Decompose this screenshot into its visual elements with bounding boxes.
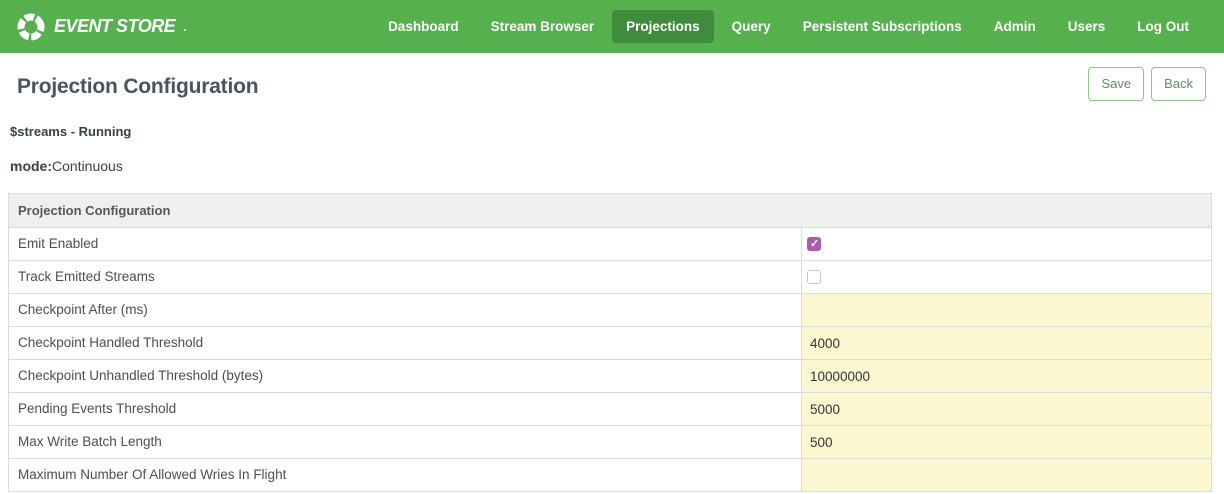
brand-suffix: . <box>183 20 186 34</box>
pending-events-threshold-input[interactable] <box>802 393 1211 425</box>
save-button[interactable]: Save <box>1088 67 1144 101</box>
config-row-max-write-batch-length: Max Write Batch Length <box>9 425 1211 458</box>
config-table-header: Projection Configuration <box>9 194 1211 227</box>
config-row-value <box>802 294 1211 326</box>
top-navbar: EVENT STORE . Dashboard Stream Browser P… <box>0 0 1224 53</box>
config-row-checkpoint-unhandled-threshold: Checkpoint Unhandled Threshold (bytes) <box>9 359 1211 392</box>
mode-value: Continuous <box>52 158 123 174</box>
nav-item-projections[interactable]: Projections <box>612 10 714 43</box>
config-row-label: Emit Enabled <box>9 228 802 260</box>
config-row-checkpoint-handled-threshold: Checkpoint Handled Threshold <box>9 326 1211 359</box>
config-row-label: Maximum Number Of Allowed Wries In Fligh… <box>9 459 802 491</box>
nav-item-admin[interactable]: Admin <box>980 10 1050 43</box>
config-row-label: Checkpoint Unhandled Threshold (bytes) <box>9 360 802 392</box>
config-row-value <box>802 327 1211 359</box>
mode-label: mode: <box>10 158 52 174</box>
config-row-value <box>802 393 1211 425</box>
max-writes-in-flight-input[interactable] <box>802 459 1211 491</box>
config-row-emit-enabled: Emit Enabled <box>9 227 1211 260</box>
emit-enabled-checkbox[interactable] <box>807 237 821 251</box>
page-header: Projection Configuration Save Back <box>0 53 1224 101</box>
nav-item-log-out[interactable]: Log Out <box>1123 10 1203 43</box>
checkpoint-handled-threshold-input[interactable] <box>802 327 1211 359</box>
projection-mode: mode:Continuous <box>10 158 1224 174</box>
config-row-label: Checkpoint After (ms) <box>9 294 802 326</box>
config-row-label: Checkpoint Handled Threshold <box>9 327 802 359</box>
brand-logo[interactable]: EVENT STORE . <box>16 12 187 42</box>
header-buttons: Save Back <box>1088 67 1206 101</box>
config-row-checkpoint-after: Checkpoint After (ms) <box>9 293 1211 326</box>
config-row-label: Track Emitted Streams <box>9 261 802 293</box>
checkpoint-after-input[interactable] <box>802 294 1211 326</box>
nav-item-dashboard[interactable]: Dashboard <box>374 10 473 43</box>
nav-item-query[interactable]: Query <box>718 10 785 43</box>
config-row-value <box>802 426 1211 458</box>
nav-menu: Dashboard Stream Browser Projections Que… <box>374 10 1203 43</box>
nav-item-users[interactable]: Users <box>1054 10 1120 43</box>
nav-item-persistent-subscriptions[interactable]: Persistent Subscriptions <box>789 10 976 43</box>
back-button[interactable]: Back <box>1151 67 1206 101</box>
config-row-value <box>802 360 1211 392</box>
projection-status: $streams - Running <box>10 124 1224 139</box>
config-row-value <box>802 228 1211 260</box>
page-title: Projection Configuration <box>17 75 258 99</box>
track-emitted-streams-checkbox[interactable] <box>807 270 821 284</box>
config-row-label: Max Write Batch Length <box>9 426 802 458</box>
config-row-max-writes-in-flight: Maximum Number Of Allowed Wries In Fligh… <box>9 458 1211 491</box>
config-row-value <box>802 459 1211 491</box>
max-write-batch-length-input[interactable] <box>802 426 1211 458</box>
config-row-value <box>802 261 1211 293</box>
config-row-track-emitted-streams: Track Emitted Streams <box>9 260 1211 293</box>
config-row-pending-events-threshold: Pending Events Threshold <box>9 392 1211 425</box>
checkpoint-unhandled-threshold-input[interactable] <box>802 360 1211 392</box>
brand-name: EVENT STORE <box>54 16 175 37</box>
circular-arrows-icon <box>16 12 46 42</box>
nav-item-stream-browser[interactable]: Stream Browser <box>477 10 609 43</box>
config-table: Projection Configuration Emit Enabled Tr… <box>8 193 1212 492</box>
config-row-label: Pending Events Threshold <box>9 393 802 425</box>
